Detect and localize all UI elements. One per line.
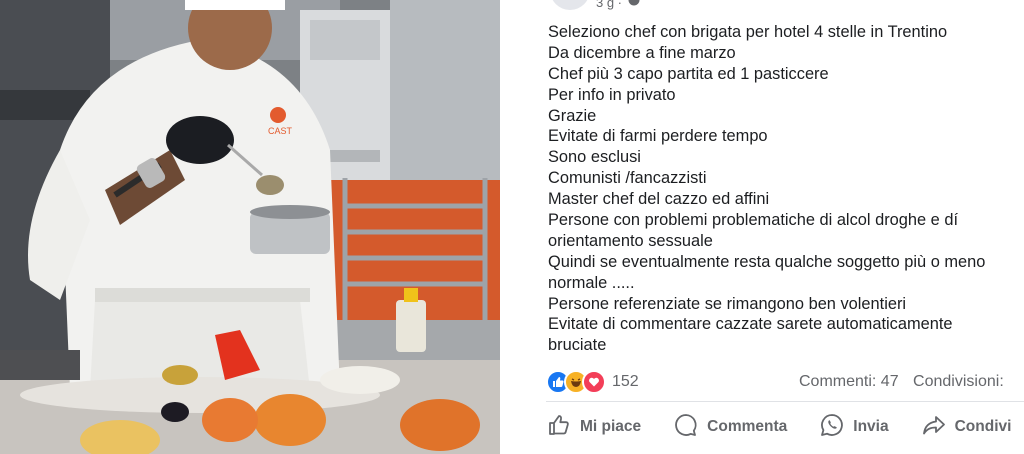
globe-icon bbox=[628, 0, 640, 11]
post-line: Da dicembre a fine marzo bbox=[548, 43, 736, 62]
reaction-count[interactable]: 152 bbox=[612, 373, 639, 391]
whatsapp-icon bbox=[819, 412, 845, 443]
jacket-logo-text: CAST bbox=[268, 126, 293, 136]
like-label: Mi piace bbox=[580, 418, 642, 435]
post-line: Grazie bbox=[548, 106, 597, 125]
post-line: Evitate di farmi perdere tempo bbox=[548, 127, 768, 146]
post-stats: Commenti: 47 Condivisioni: bbox=[799, 373, 1004, 391]
send-label: Invia bbox=[853, 418, 889, 435]
comment-button[interactable]: Commenta bbox=[673, 412, 787, 443]
divider bbox=[546, 401, 1024, 402]
send-button[interactable]: Invia bbox=[819, 412, 889, 443]
post-actions: Mi piace Commenta Invia Condivi bbox=[546, 410, 1024, 444]
post-timestamp[interactable]: 3 g · bbox=[596, 0, 622, 10]
comments-count[interactable]: Commenti: 47 bbox=[799, 373, 899, 390]
share-button[interactable]: Condivi bbox=[921, 412, 1012, 443]
post-header: 3 g · bbox=[550, 0, 640, 10]
shares-count[interactable]: Condivisioni: bbox=[913, 373, 1004, 390]
chef-photo-illustration: CAST bbox=[0, 0, 500, 454]
post-text: Seleziono chef con brigata per hotel 4 s… bbox=[548, 22, 1024, 356]
post-line: Persone referenziate se rimangono ben vo… bbox=[548, 294, 907, 313]
comment-bubble-icon bbox=[673, 412, 699, 443]
reactions-summary: 152 Commenti: 47 Condivisioni: bbox=[546, 370, 1024, 394]
reaction-icons[interactable] bbox=[546, 370, 606, 394]
thumbs-up-icon bbox=[546, 412, 572, 443]
like-button[interactable]: Mi piace bbox=[546, 412, 641, 443]
post-line: Quindi se eventualmente resta qualche so… bbox=[548, 252, 986, 271]
share-label: Condivi bbox=[954, 418, 1012, 435]
post-line: Comunisti /fancazzisti bbox=[548, 169, 707, 188]
avatar[interactable] bbox=[550, 0, 590, 10]
post-line: Seleziono chef con brigata per hotel 4 s… bbox=[548, 23, 948, 41]
post-line: Chef più 3 capo partita ed 1 pasticcere bbox=[548, 64, 829, 83]
chef-photo[interactable]: CAST bbox=[0, 0, 500, 454]
panel-divider bbox=[500, 0, 510, 454]
post-line: Persone con problemi problematiche di al… bbox=[548, 211, 959, 230]
love-icon bbox=[582, 370, 606, 394]
post-line: normale ..... bbox=[548, 273, 635, 292]
facebook-post: 3 g · Seleziono chef con brigata per hot… bbox=[510, 0, 1024, 454]
post-line: Sono esclusi bbox=[548, 148, 641, 167]
comment-label: Commenta bbox=[707, 418, 788, 435]
share-arrow-icon bbox=[921, 412, 947, 443]
post-line: orientamento sessuale bbox=[548, 231, 713, 250]
post-line: bruciate bbox=[548, 336, 607, 355]
post-line: Per info in privato bbox=[548, 85, 676, 104]
post-line: Evitate di commentare cazzate sarete aut… bbox=[548, 315, 953, 334]
post-line: Master chef del cazzo ed affini bbox=[548, 190, 770, 209]
